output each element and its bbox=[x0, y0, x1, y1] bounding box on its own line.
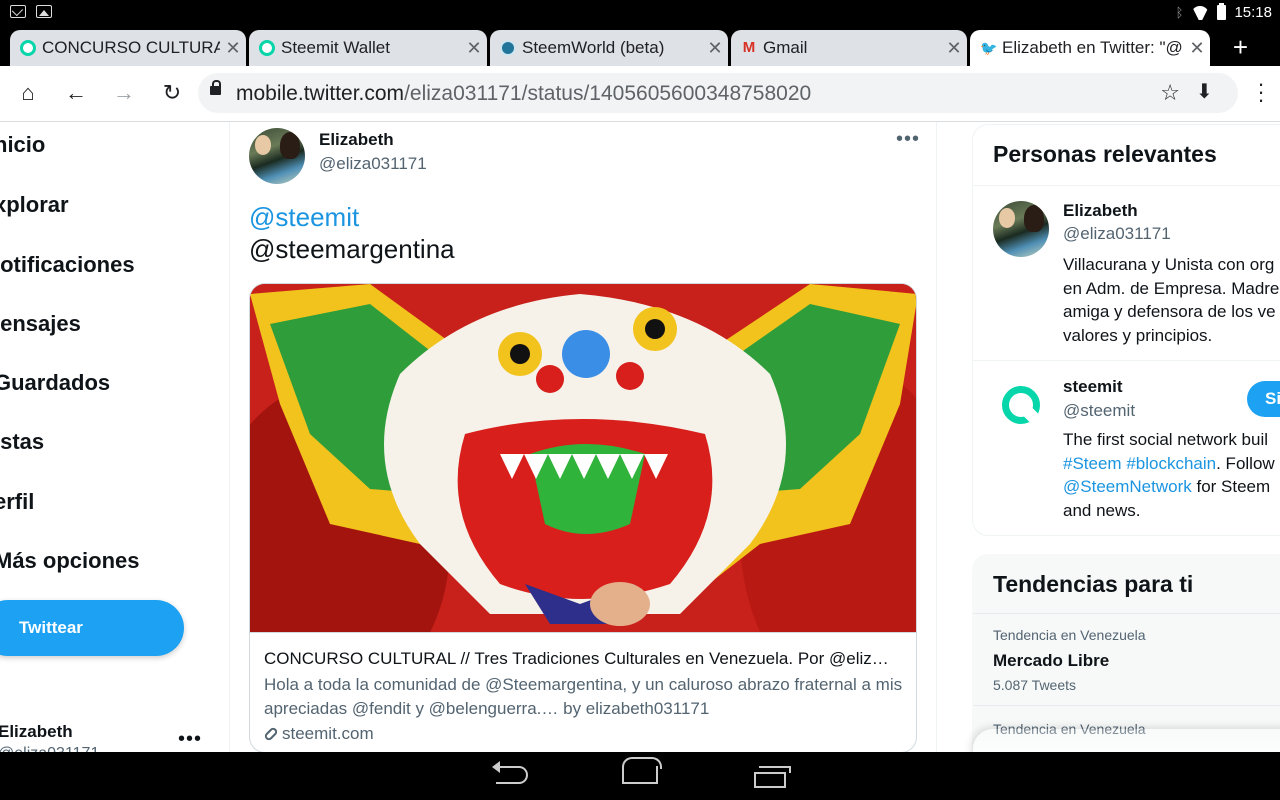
android-nav-bar bbox=[0, 752, 1280, 800]
tweet-text: @steemargentina bbox=[249, 234, 455, 264]
new-tab-plus-icon[interactable]: + bbox=[1233, 34, 1248, 60]
screen: ᛒ 15:18 CONCURSO CULTURAL ✕ Steemit Wall… bbox=[0, 0, 1280, 800]
steemit-logo-icon bbox=[1002, 386, 1040, 424]
nav-item-explorar[interactable]: xplorar bbox=[0, 192, 69, 218]
reload-icon[interactable]: ↻ bbox=[159, 80, 185, 106]
hashtag-link[interactable]: #Steem bbox=[1063, 454, 1122, 473]
person-bio: Villacurana y Unista con org en Adm. de … bbox=[1063, 255, 1280, 345]
battery-icon bbox=[1217, 3, 1227, 20]
follow-button[interactable]: Si bbox=[1247, 381, 1280, 417]
card-title: CONCURSO CULTURAL // Tres Tradiciones Cu… bbox=[264, 649, 889, 668]
recents-nav-icon[interactable] bbox=[754, 766, 791, 788]
tab-title: Gmail bbox=[763, 38, 808, 57]
url-text[interactable]: mobile.twitter.com/eliza031171/status/14… bbox=[236, 82, 811, 106]
card-description: Hola a toda la comunidad de @Steemargent… bbox=[264, 675, 903, 718]
steemit-favicon bbox=[20, 40, 36, 56]
relevant-people-panel: Personas relevantes Elizabeth @eliza0311… bbox=[972, 124, 1280, 536]
browser-tab-strip: CONCURSO CULTURAL ✕ Steemit Wallet ✕ Ste… bbox=[0, 26, 1280, 66]
author-handle[interactable]: @eliza031171 bbox=[319, 154, 427, 174]
browser-toolbar: ⌂ ← → ↻ mobile.twitter.com/eliza031171/s… bbox=[0, 66, 1280, 122]
menu-kebab-icon[interactable]: · · · bbox=[1256, 73, 1266, 111]
tweet-button[interactable]: Twittear bbox=[0, 600, 184, 656]
person-name[interactable]: Elizabeth bbox=[1063, 201, 1138, 221]
mention-link[interactable]: @SteemNetwork bbox=[1063, 477, 1192, 496]
tab-twitter-active[interactable]: 🐦 Elizabeth en Twitter: "@ ✕ bbox=[970, 30, 1210, 66]
twitter-favicon: 🐦 bbox=[980, 40, 998, 56]
divider bbox=[973, 613, 1280, 614]
card-body: CONCURSO CULTURAL // Tres Tradiciones Cu… bbox=[250, 632, 916, 752]
tweet-detail: Elizabeth @eliza031171 ••• @steemit @ste… bbox=[230, 122, 937, 753]
steemit-avatar[interactable] bbox=[993, 377, 1049, 433]
hashtag-link[interactable]: #blockchain bbox=[1126, 454, 1216, 473]
person-bio: The first social network buil #Steem #bl… bbox=[1063, 430, 1275, 520]
bookmark-star-icon[interactable]: ☆ bbox=[1160, 80, 1180, 106]
divider bbox=[973, 185, 1280, 186]
close-tab-icon[interactable]: ✕ bbox=[220, 38, 246, 59]
nav-item-mas-opciones[interactable]: Más opciones bbox=[0, 548, 139, 574]
home-icon[interactable]: ⌂ bbox=[15, 80, 41, 106]
link-card[interactable]: CONCURSO CULTURAL // Tres Tradiciones Cu… bbox=[249, 283, 917, 753]
diablo-mask-illustration bbox=[250, 284, 916, 704]
tab-steemit-wallet[interactable]: Steemit Wallet ✕ bbox=[249, 30, 487, 66]
clock: 15:18 bbox=[1234, 4, 1272, 21]
trends-panel: Tendencias para ti Tendencia en Venezuel… bbox=[972, 554, 1280, 769]
left-sidebar: nicio xplorar lotificaciones lensajes Gu… bbox=[0, 122, 230, 762]
person-avatar[interactable] bbox=[993, 201, 1049, 257]
tab-steemworld[interactable]: SteemWorld (beta) ✕ bbox=[490, 30, 728, 66]
lock-icon bbox=[210, 80, 221, 95]
tab-gmail[interactable]: M Gmail ✕ bbox=[731, 30, 967, 66]
android-status-bar: ᛒ 15:18 bbox=[0, 0, 1280, 26]
tab-title: CONCURSO CULTURAL bbox=[42, 38, 220, 57]
panel-heading: Tendencias para ti bbox=[993, 571, 1194, 597]
nav-item-listas[interactable]: istas bbox=[0, 429, 44, 455]
close-tab-icon[interactable]: ✕ bbox=[941, 38, 967, 59]
author-avatar[interactable] bbox=[249, 128, 305, 184]
nav-item-perfil[interactable]: erfil bbox=[0, 489, 34, 515]
tweet-more-icon[interactable]: ••• bbox=[896, 128, 920, 151]
person-handle[interactable]: @eliza031171 bbox=[1063, 224, 1171, 244]
card-image-diablo-mask bbox=[250, 284, 916, 704]
person-handle[interactable]: @steemit bbox=[1063, 401, 1135, 421]
close-tab-icon[interactable]: ✕ bbox=[702, 38, 728, 59]
nav-item-guardados[interactable]: Guardados bbox=[0, 370, 110, 396]
trend-name[interactable]: Mercado Libre bbox=[993, 651, 1109, 671]
trend-count[interactable]: 5.087 Tweets bbox=[993, 677, 1076, 693]
close-tab-icon[interactable]: ✕ bbox=[1184, 38, 1210, 59]
tab-title: Steemit Wallet bbox=[281, 38, 390, 57]
person-name[interactable]: steemit bbox=[1063, 377, 1123, 397]
nav-item-notificaciones[interactable]: lotificaciones bbox=[0, 252, 135, 278]
address-bar[interactable]: mobile.twitter.com/eliza031171/status/14… bbox=[198, 73, 1238, 113]
trend-context[interactable]: Tendencia en Venezuela bbox=[993, 627, 1146, 643]
forward-arrow-icon[interactable]: → bbox=[111, 80, 137, 106]
author-name[interactable]: Elizabeth bbox=[319, 130, 394, 150]
nav-item-mensajes[interactable]: lensajes bbox=[0, 311, 81, 337]
back-arrow-icon[interactable]: ← bbox=[63, 80, 89, 106]
account-name[interactable]: Elizabeth bbox=[0, 722, 73, 742]
panel-heading: Personas relevantes bbox=[993, 141, 1217, 167]
mention-link[interactable]: @steemit bbox=[249, 202, 359, 233]
bluetooth-icon: ᛒ bbox=[1175, 5, 1184, 20]
back-nav-icon[interactable] bbox=[492, 761, 528, 784]
right-sidebar: Personas relevantes Elizabeth @eliza0311… bbox=[937, 122, 1280, 769]
divider bbox=[973, 360, 1280, 361]
gmail-favicon: M bbox=[742, 39, 756, 56]
tab-title: SteemWorld (beta) bbox=[522, 38, 665, 57]
link-icon bbox=[263, 726, 279, 742]
wordpress-favicon bbox=[500, 40, 516, 56]
account-more-icon[interactable]: ••• bbox=[178, 728, 202, 751]
steemit-favicon bbox=[259, 40, 275, 56]
tab-title: Elizabeth en Twitter: "@ bbox=[1002, 38, 1183, 57]
download-icon[interactable] bbox=[1196, 79, 1218, 105]
home-nav-icon[interactable] bbox=[622, 757, 662, 784]
nav-item-inicio[interactable]: nicio bbox=[0, 132, 45, 158]
wifi-icon bbox=[1191, 6, 1209, 20]
close-tab-icon[interactable]: ✕ bbox=[461, 38, 487, 59]
tab-concurso-cultural[interactable]: CONCURSO CULTURAL ✕ bbox=[10, 30, 246, 66]
divider bbox=[973, 705, 1280, 706]
image-icon bbox=[36, 5, 52, 18]
card-domain: steemit.com bbox=[263, 724, 904, 744]
mail-icon bbox=[10, 5, 26, 18]
